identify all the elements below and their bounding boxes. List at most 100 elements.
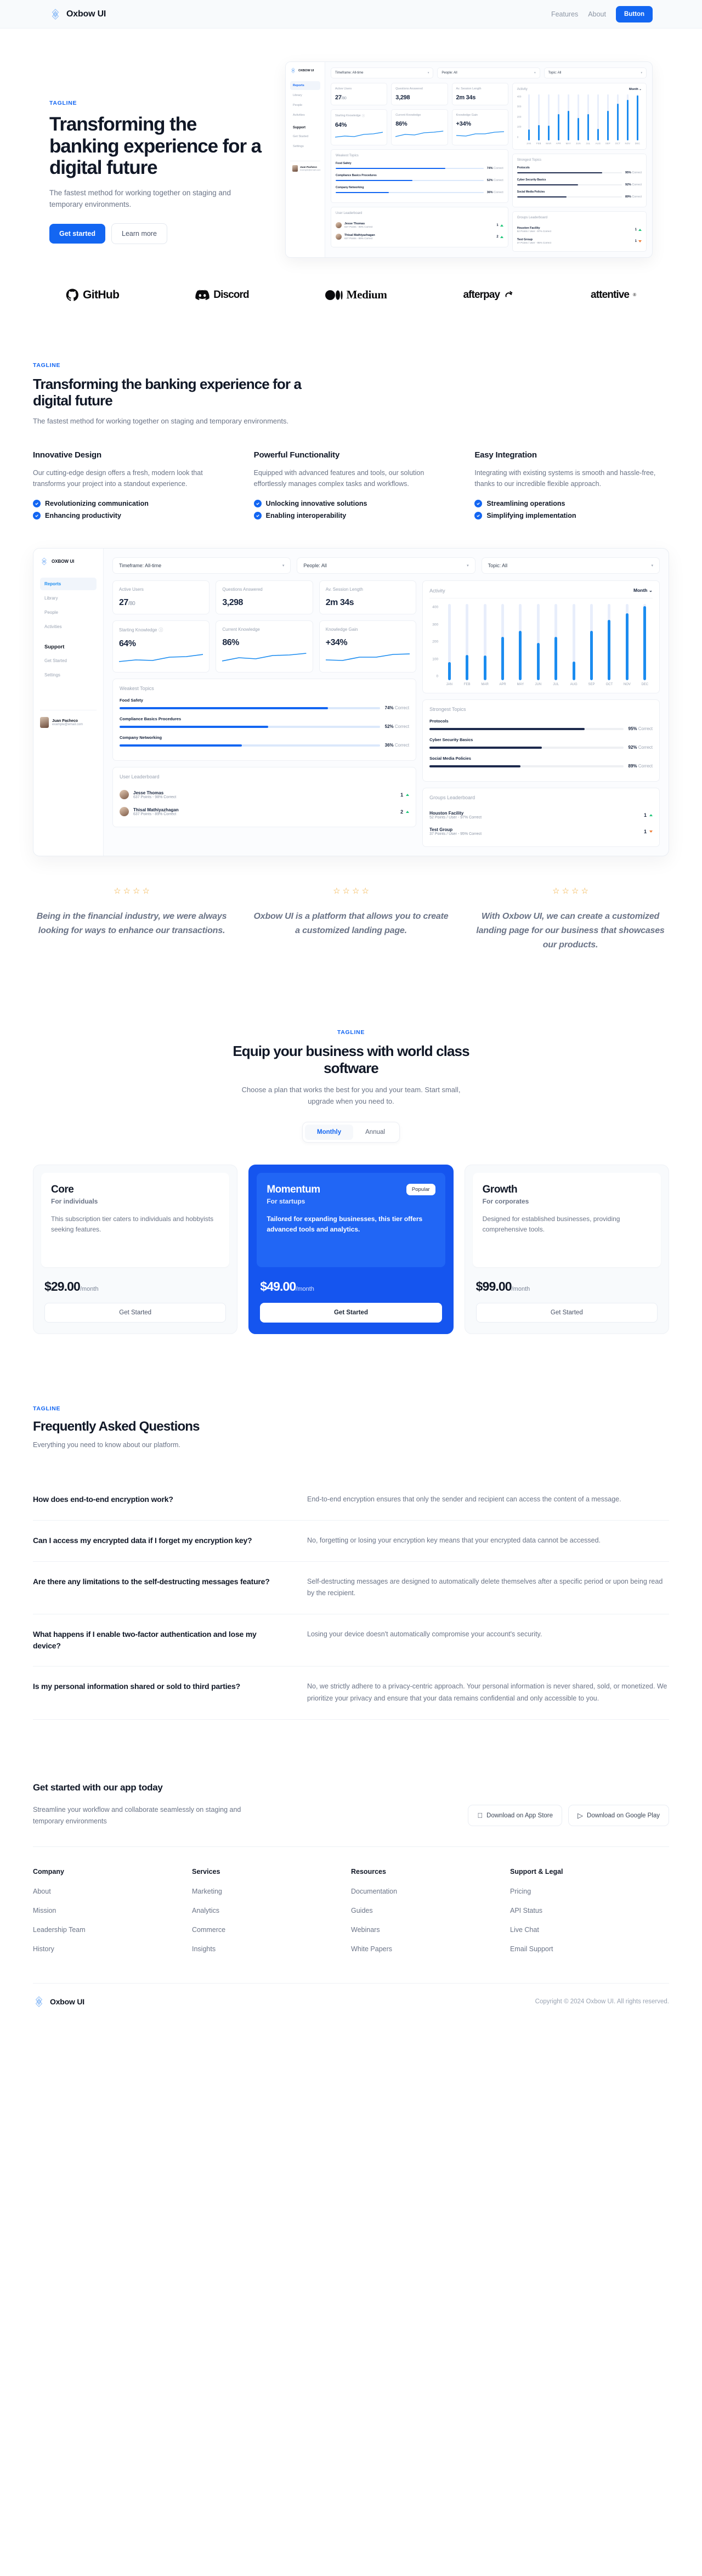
footer-link-guides[interactable]: Guides	[351, 1907, 510, 1914]
footer-column-resources: Resources Documentation Guides Webinars …	[351, 1868, 510, 1964]
footer-link-email-support[interactable]: Email Support	[510, 1945, 669, 1953]
chart-range-selector[interactable]: Month ⌄	[629, 88, 642, 91]
footer-link-history[interactable]: History	[33, 1945, 192, 1953]
filter-topic[interactable]: Topic: All ▾	[481, 557, 660, 574]
sidebar-item-settings[interactable]: Settings	[40, 669, 97, 681]
footer-link-leadership-team[interactable]: Leadership Team	[33, 1926, 192, 1934]
toggle-annual[interactable]: Annual	[353, 1125, 397, 1140]
footer-link-documentation[interactable]: Documentation	[351, 1888, 510, 1895]
chart-range-selector[interactable]: Month ⌄	[633, 587, 653, 594]
chart-bar-background	[554, 604, 558, 681]
filter-people-label: People: All	[441, 71, 457, 75]
sidebar-user[interactable]: Juan Pacheco example@email.com	[40, 710, 97, 728]
sidebar-item-activities[interactable]: Activities	[40, 620, 97, 633]
footer-link-api-status[interactable]: API Status	[510, 1907, 669, 1914]
footer-link-analytics[interactable]: Analytics	[192, 1907, 351, 1914]
pricing-subheading: Choose a plan that works the best for yo…	[241, 1086, 461, 1105]
pricing-heading: Equip your business with world class sof…	[233, 1042, 469, 1076]
list-item[interactable]: Jesse Thomas 637 Points - 98% Correct 1	[336, 219, 503, 231]
star-icon: ☆	[581, 886, 588, 896]
stat-number: 27	[119, 598, 128, 608]
footer-link-white-papers[interactable]: White Papers	[351, 1945, 510, 1953]
footer-brand-logo[interactable]: Oxbow UI	[33, 1996, 84, 2008]
nav-link-features[interactable]: Features	[551, 10, 578, 18]
chart-x-tick: AUG	[595, 142, 601, 145]
mini-sidebar-item-get-started[interactable]: Get Started	[290, 132, 320, 141]
chart-bar-background	[519, 604, 522, 681]
download-app-store-button[interactable]: Download on App Store	[468, 1805, 563, 1827]
chart-x-tick: FEB	[463, 683, 471, 687]
list-item[interactable]: Thisal Mathiyazhagan 637 Points - 89% Cor…	[120, 803, 410, 820]
footer-link-insights[interactable]: Insights	[192, 1945, 351, 1953]
list-item[interactable]: Houston Facility 52 Points / User - 97% C…	[429, 807, 653, 823]
sidebar-item-reports[interactable]: Reports	[40, 578, 97, 591]
mini-sidebar-item-people[interactable]: People	[290, 101, 320, 110]
filter-topic-label: Topic: All	[548, 71, 562, 75]
nav-link-about[interactable]: About	[588, 10, 606, 18]
plan-get-started-button[interactable]: Get Started	[44, 1302, 227, 1323]
faq-item[interactable]: What happens if I enable two-factor auth…	[33, 1614, 669, 1667]
filter-timeframe[interactable]: Timeframe: All-time ▾	[112, 557, 291, 574]
progress-fill	[517, 172, 602, 174]
billing-period-toggle[interactable]: Monthly Annual	[302, 1121, 400, 1143]
stat-value: 86%	[222, 638, 239, 648]
list-item[interactable]: Test Group 37 Points / User - 95% Correct…	[429, 823, 653, 840]
footer-link-about[interactable]: About	[33, 1888, 192, 1895]
footer-link-live-chat[interactable]: Live Chat	[510, 1926, 669, 1934]
divider	[33, 1983, 669, 1984]
filter-people[interactable]: People: All ▾	[437, 67, 540, 78]
plan-price-amount: $49.00	[260, 1279, 296, 1293]
dashboard-showcase: OXBOW UI Reports Library People Activiti…	[33, 524, 669, 857]
faq-item[interactable]: Can I access my encrypted data if I forg…	[33, 1521, 669, 1562]
download-google-play-button[interactable]: ▷ Download on Google Play	[568, 1805, 669, 1827]
get-started-button[interactable]: Get started	[49, 224, 105, 244]
feature-title: Powerful Functionality	[253, 450, 340, 460]
testimonials-section: ☆ ☆ ☆ ☆ Being in the financial industry, we…	[33, 856, 669, 991]
mini-sidebar-item-activities[interactable]: Activities	[290, 111, 320, 120]
learn-more-button[interactable]: Learn more	[111, 223, 167, 245]
brand-logo[interactable]: Oxbow UI	[49, 8, 106, 20]
list-item[interactable]: Test Group 37 Points / User - 95% Correct…	[517, 235, 642, 247]
faq-item[interactable]: Is my personal information shared or sol…	[33, 1667, 669, 1720]
faq-answer: No, we strictly adhere to a privacy-cent…	[307, 1682, 667, 1703]
footer-link-commerce[interactable]: Commerce	[192, 1926, 351, 1934]
nav-cta-button[interactable]: Button	[615, 5, 653, 22]
plan-get-started-button[interactable]: Get Started	[475, 1302, 658, 1323]
mini-sidebar-item-reports[interactable]: Reports	[290, 81, 320, 90]
footer-link-pricing[interactable]: Pricing	[510, 1888, 669, 1895]
mini-sidebar-user[interactable]: Juan Pacheco example@email.com	[290, 161, 320, 174]
feature-column-innovative-design: Innovative Design Our cutting-edge desig…	[33, 450, 228, 524]
toggle-monthly[interactable]: Monthly	[305, 1124, 354, 1140]
info-icon[interactable]: ⓘ	[158, 627, 163, 633]
chart-x-tick: SEP	[588, 683, 595, 687]
plan-get-started-button[interactable]: Get Started	[260, 1302, 442, 1323]
chart-bar	[608, 619, 611, 681]
stat-card-current-knowledge: Current Knowledge 86%	[216, 620, 313, 673]
footer-link-marketing[interactable]: Marketing	[192, 1888, 351, 1895]
chart-y-tick: 300	[432, 623, 439, 627]
sidebar-item-library[interactable]: Library	[40, 592, 97, 605]
faq-item[interactable]: Are there any limitations to the self-de…	[33, 1562, 669, 1615]
progress-fill	[429, 765, 521, 767]
list-item[interactable]: Jesse Thomas 637 Points - 98% Correct 1	[120, 786, 410, 803]
cta-row: Streamline your workflow and collaborate…	[33, 1804, 669, 1827]
chart-column: FEB	[460, 604, 475, 686]
footer-link-mission[interactable]: Mission	[33, 1907, 192, 1914]
list-item[interactable]: Houston Facility 52 Points / User - 97% C…	[517, 224, 642, 235]
mini-sidebar-item-library[interactable]: Library	[290, 91, 320, 100]
sidebar-item-people[interactable]: People	[40, 606, 97, 619]
sidebar-item-get-started[interactable]: Get Started	[40, 654, 97, 667]
oxbow-lattice-logo-icon	[291, 67, 295, 74]
footer-link-webinars[interactable]: Webinars	[351, 1926, 510, 1934]
mini-sidebar-item-settings[interactable]: Settings	[290, 142, 320, 151]
filter-timeframe-label: Timeframe: All-time	[335, 71, 364, 75]
chart-column: JUN	[574, 94, 582, 145]
chevron-down-icon: ▾	[467, 564, 469, 568]
filter-people[interactable]: People: All ▾	[297, 557, 475, 574]
filter-topic[interactable]: Topic: All ▾	[544, 67, 647, 78]
faq-item[interactable]: How does end-to-end encryption work? End-…	[33, 1479, 669, 1521]
filter-timeframe[interactable]: Timeframe: All-time ▾	[331, 67, 434, 78]
list-item[interactable]: Thisal Mathiyazhagan 637 Points - 89% Cor…	[336, 231, 503, 242]
chart-bar	[547, 125, 550, 140]
star-icon: ☆	[552, 886, 560, 896]
